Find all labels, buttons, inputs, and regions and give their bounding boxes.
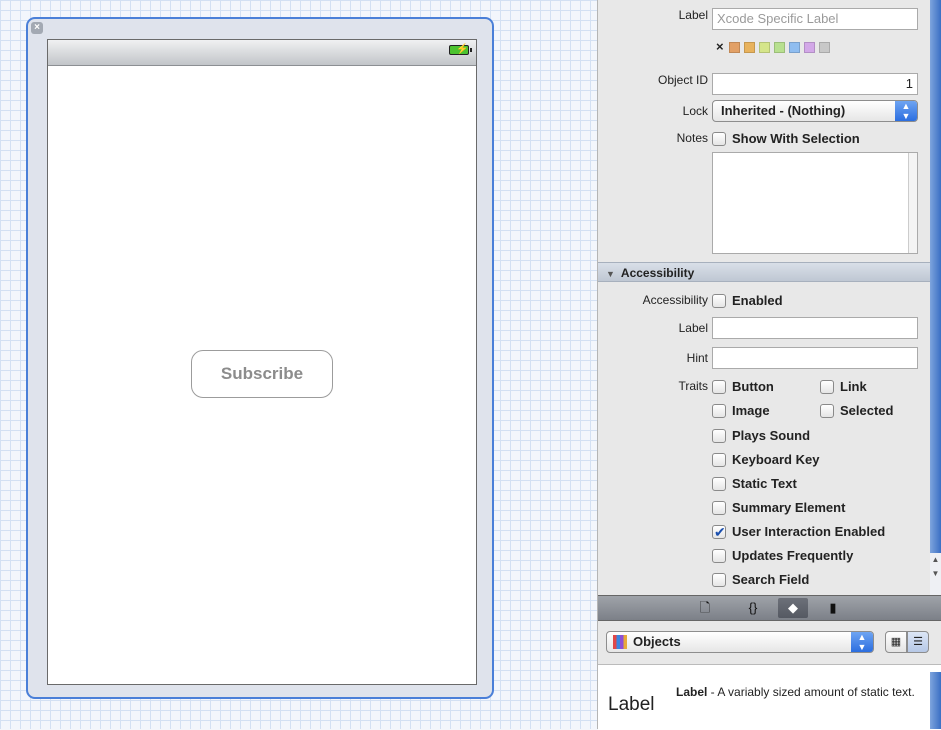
trait-checkbox[interactable]: Static Text bbox=[712, 472, 797, 494]
trait-checkbox[interactable]: Selected bbox=[820, 399, 893, 421]
accessibility-label-caption: Label bbox=[678, 321, 708, 335]
trait-label: Static Text bbox=[732, 475, 797, 491]
label-color-swatches: × bbox=[716, 40, 834, 54]
accessibility-enabled-text: Enabled bbox=[732, 292, 783, 308]
lock-select[interactable]: Inherited - (Nothing) ▲ ▼ bbox=[712, 100, 918, 122]
trait-checkbox[interactable]: Button bbox=[712, 375, 774, 397]
lock-select-value: Inherited - (Nothing) bbox=[721, 103, 846, 118]
accessibility-enabled-checkbox[interactable]: Enabled bbox=[712, 289, 783, 311]
xcode-label-field[interactable]: Xcode Specific Label bbox=[712, 8, 918, 30]
battery-icon: ⚡ bbox=[449, 44, 472, 55]
trait-checkbox[interactable]: Search Field bbox=[712, 568, 809, 590]
color-swatch[interactable] bbox=[758, 42, 770, 54]
library-tab-bar: 🗋 {} ◆ ▮ bbox=[598, 595, 941, 621]
list-view-icon[interactable]: ☰ bbox=[907, 631, 929, 653]
accessibility-header-text: Accessibility bbox=[620, 266, 695, 280]
library-filter-select[interactable]: Objects ▲ ▼ bbox=[606, 631, 874, 653]
trait-label: Plays Sound bbox=[732, 427, 811, 443]
color-swatch[interactable] bbox=[818, 42, 830, 54]
code-snippet-icon[interactable]: {} bbox=[738, 598, 768, 618]
trait-checkbox[interactable]: Image bbox=[712, 399, 770, 421]
checkbox-icon[interactable] bbox=[820, 379, 834, 394]
trait-checkbox[interactable]: Keyboard Key bbox=[712, 448, 819, 470]
color-swatch[interactable] bbox=[773, 42, 785, 54]
checkbox-icon[interactable] bbox=[712, 403, 726, 418]
select-arrows-icon: ▲ ▼ bbox=[895, 101, 917, 121]
checkbox-checked-icon[interactable] bbox=[712, 521, 726, 543]
trait-label: Image bbox=[732, 402, 770, 418]
main-view[interactable]: ⚡ Subscribe bbox=[47, 39, 477, 685]
close-icon[interactable]: × bbox=[31, 22, 43, 34]
object-id-field[interactable]: 1 bbox=[712, 73, 918, 95]
color-swatch[interactable] bbox=[803, 42, 815, 54]
accessibility-hint-caption: Hint bbox=[686, 351, 708, 365]
clear-color-icon[interactable]: × bbox=[716, 39, 724, 54]
show-with-selection-checkbox[interactable]: Show With Selection bbox=[712, 127, 860, 149]
checkbox-icon[interactable] bbox=[712, 452, 726, 467]
inspector-panel: Label Xcode Specific Label × Object ID 1… bbox=[597, 0, 941, 730]
trait-checkbox[interactable]: User Interaction Enabled bbox=[712, 520, 886, 543]
disclosure-triangle-icon[interactable]: ▼ bbox=[606, 269, 615, 279]
simulated-status-bar: ⚡ bbox=[48, 40, 476, 66]
library-item-title: Label bbox=[676, 685, 708, 699]
library-objects-icon bbox=[613, 635, 627, 649]
checkbox-icon[interactable] bbox=[820, 403, 834, 418]
library-item-desc-text: - A variably sized amount of static text… bbox=[707, 685, 915, 699]
checkbox-icon[interactable] bbox=[712, 476, 726, 491]
color-swatch[interactable] bbox=[788, 42, 800, 54]
trait-label: User Interaction Enabled bbox=[732, 523, 886, 539]
trait-label: Search Field bbox=[732, 571, 810, 587]
lock-caption: Lock bbox=[682, 104, 708, 118]
checkbox-icon[interactable] bbox=[712, 428, 726, 443]
color-swatch[interactable] bbox=[728, 42, 740, 54]
grid-view-icon[interactable]: ▦ bbox=[885, 631, 907, 653]
trait-checkbox[interactable]: Updates Frequently bbox=[712, 544, 853, 566]
accessibility-hint-field[interactable] bbox=[712, 347, 918, 369]
notes-textarea[interactable] bbox=[712, 152, 918, 254]
notes-scrollbar[interactable] bbox=[908, 153, 917, 253]
view-controller-frame[interactable]: × ⚡ Subscribe bbox=[26, 17, 494, 699]
checkbox-icon[interactable] bbox=[712, 379, 726, 394]
xcode-label-caption: Label bbox=[678, 8, 708, 22]
show-with-selection-text: Show With Selection bbox=[732, 130, 860, 146]
checkbox-icon[interactable] bbox=[712, 548, 726, 563]
trait-checkbox[interactable]: Plays Sound bbox=[712, 424, 810, 446]
traits-caption: Traits bbox=[678, 379, 708, 393]
library-list[interactable]: Label Label - A variably sized amount of… bbox=[598, 664, 941, 730]
accessibility-section-header[interactable]: ▼ Accessibility bbox=[598, 262, 941, 282]
objects-select-value: Objects bbox=[633, 634, 681, 649]
library-item-preview[interactable]: Label bbox=[608, 694, 655, 716]
checkbox-icon[interactable] bbox=[712, 572, 726, 587]
trait-label: Updates Frequently bbox=[732, 547, 854, 563]
trait-label: Link bbox=[840, 378, 867, 394]
library-item-description: Label - A variably sized amount of stati… bbox=[676, 684, 926, 700]
accessibility-label-field[interactable] bbox=[712, 317, 918, 339]
select-arrows-icon: ▲ ▼ bbox=[851, 632, 873, 652]
inspector-scrollbar[interactable] bbox=[930, 0, 941, 595]
file-template-icon[interactable]: 🗋 bbox=[690, 598, 720, 618]
notes-caption: Notes bbox=[676, 131, 708, 145]
trait-label: Summary Element bbox=[732, 499, 846, 515]
checkbox-icon[interactable] bbox=[712, 131, 726, 146]
trait-label: Keyboard Key bbox=[732, 451, 820, 467]
accessibility-caption: Accessibility bbox=[642, 293, 708, 307]
library-scrollbar[interactable] bbox=[930, 672, 941, 729]
scroll-arrows-icon[interactable]: ▲ ▼ bbox=[930, 553, 941, 595]
media-film-icon[interactable]: ▮ bbox=[818, 598, 848, 618]
trait-checkbox[interactable]: Link bbox=[820, 375, 867, 397]
trait-checkbox[interactable]: Summary Element bbox=[712, 496, 845, 518]
interface-canvas[interactable]: × ⚡ Subscribe bbox=[0, 0, 597, 729]
subscribe-button[interactable]: Subscribe bbox=[191, 350, 333, 398]
checkbox-icon[interactable] bbox=[712, 500, 726, 515]
object-cube-icon[interactable]: ◆ bbox=[778, 598, 808, 618]
checkbox-icon[interactable] bbox=[712, 293, 726, 308]
color-swatch[interactable] bbox=[743, 42, 755, 54]
trait-label: Selected bbox=[840, 402, 894, 418]
object-id-caption: Object ID bbox=[657, 73, 708, 87]
trait-label: Button bbox=[732, 378, 774, 394]
